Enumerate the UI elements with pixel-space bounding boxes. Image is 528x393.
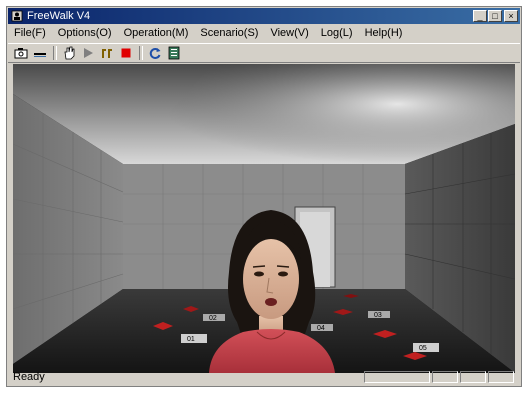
menu-view[interactable]: View(V): [264, 25, 314, 42]
refresh-icon[interactable]: [146, 45, 164, 61]
menu-file[interactable]: File(F): [8, 25, 52, 42]
toolbar: [8, 43, 520, 63]
floor-label-text: 04: [317, 325, 325, 332]
minus-icon[interactable]: [31, 45, 49, 61]
app-icon: [11, 10, 23, 22]
minimize-button[interactable]: _: [473, 10, 487, 22]
camera-icon[interactable]: [12, 45, 30, 61]
menu-help[interactable]: Help(H): [359, 25, 409, 42]
status-bar: Ready: [8, 370, 520, 385]
app-window: FreeWalk V4 _ □ × File(F) Options(O) Ope…: [6, 6, 522, 387]
status-text: Ready: [13, 371, 45, 383]
close-button[interactable]: ×: [504, 10, 518, 22]
hand-icon[interactable]: [60, 45, 78, 61]
toolbar-separator: [53, 46, 57, 60]
3d-viewport[interactable]: 01 02 03 04 05: [13, 64, 515, 373]
menu-options[interactable]: Options(O): [52, 25, 118, 42]
floor-label-text: 03: [374, 312, 382, 319]
corridor-scene: 01 02 03 04 05: [13, 64, 515, 373]
stop-icon[interactable]: [117, 45, 135, 61]
menu-log[interactable]: Log(L): [315, 25, 359, 42]
toolbar-separator: [139, 46, 143, 60]
status-panel: [488, 371, 514, 383]
status-panel: [460, 371, 486, 383]
status-panel: [432, 371, 458, 383]
status-panel: [364, 371, 430, 383]
maximize-button[interactable]: □: [488, 10, 502, 22]
floor-label-text: 05: [419, 345, 427, 352]
play-icon[interactable]: [79, 45, 97, 61]
title-bar[interactable]: FreeWalk V4 _ □ ×: [8, 8, 520, 24]
floor-label-text: 01: [187, 336, 195, 343]
menu-operation[interactable]: Operation(M): [118, 25, 195, 42]
window-title: FreeWalk V4: [27, 10, 91, 22]
fast-forward-icon[interactable]: [98, 45, 116, 61]
menu-bar: File(F) Options(O) Operation(M) Scenario…: [8, 25, 520, 42]
document-icon[interactable]: [165, 45, 183, 61]
menu-scenario[interactable]: Scenario(S): [194, 25, 264, 42]
floor-label-text: 02: [209, 315, 217, 322]
